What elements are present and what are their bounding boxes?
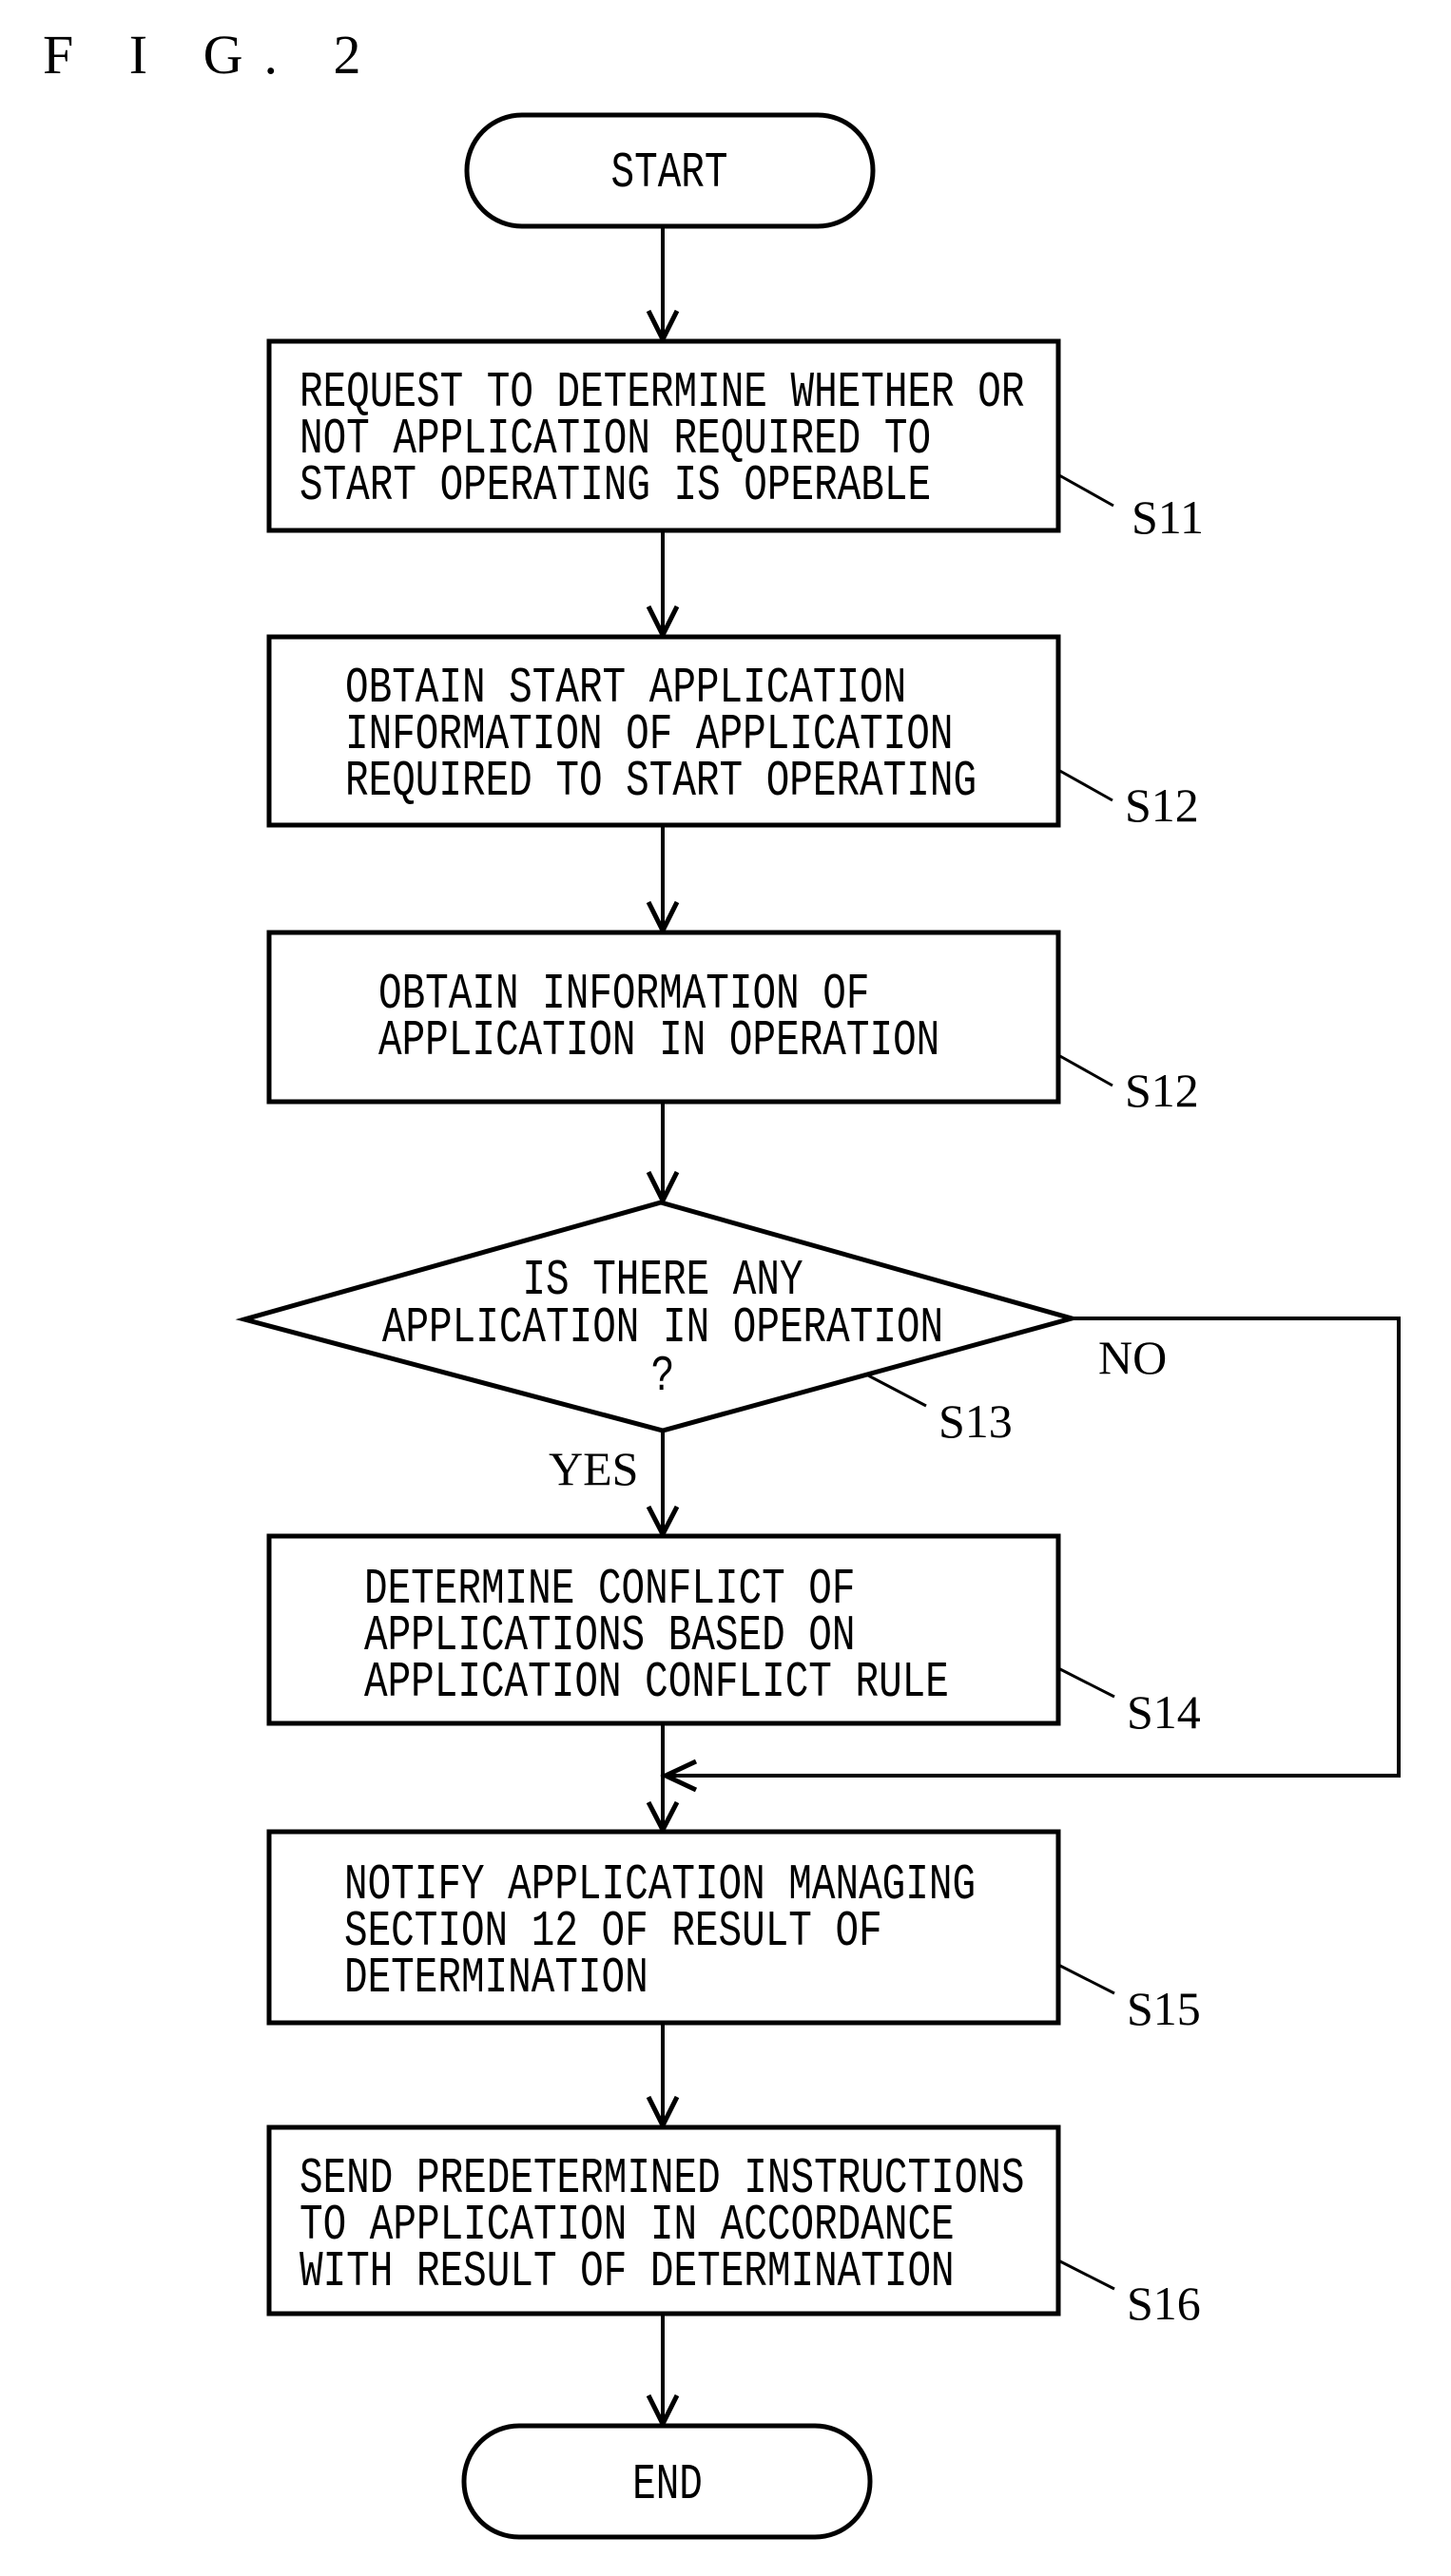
process-step-s14: DETERMINE CONFLICT OF APPLICATIONS BASED… [266, 1533, 1201, 1739]
process-step-s16: SEND PREDETERMINED INSTRUCTIONS TO APPLI… [266, 2124, 1201, 2330]
step-text-line: REQUIRED TO START OPERATING [345, 753, 977, 811]
flowchart-figure: F I G. 2 START REQUEST TO DETERMINE WHET… [43, 24, 1401, 2540]
connector-s16-end [646, 2314, 680, 2430]
leader-line [1057, 1963, 1115, 1995]
connector-start-s11 [646, 226, 680, 345]
connector-s12b-s13 [646, 1102, 680, 1206]
step-text-line: APPLICATION IN OPERATION [378, 1012, 939, 1070]
connector-s11-s12 [646, 530, 680, 641]
step-id-label: S15 [1127, 1982, 1201, 2035]
connector-s15-s16 [646, 2023, 680, 2131]
step-id-label: S12 [1125, 1064, 1199, 1117]
step-text-line: WITH RESULT OF DETERMINATION [300, 2243, 955, 2301]
no-label: NO [1098, 1331, 1167, 1384]
leader-line [867, 1374, 927, 1408]
yes-branch: YES [549, 1431, 680, 1540]
process-step-s11: REQUEST TO DETERMINE WHETHER OR NOT APPL… [266, 338, 1204, 544]
step-text-line: APPLICATION CONFLICT RULE [364, 1654, 949, 1712]
start-terminator: START [464, 112, 876, 229]
leader-line [1057, 1666, 1115, 1699]
step-id-label: S11 [1132, 490, 1204, 544]
step-text-line: START OPERATING IS OPERABLE [300, 457, 931, 515]
start-label: START [611, 144, 728, 202]
step-id-label: S14 [1127, 1685, 1201, 1739]
yes-label: YES [549, 1442, 638, 1495]
step-id-label: S16 [1127, 2277, 1201, 2330]
decision-s13: IS THERE ANY APPLICATION IN OPERATION ? … [235, 1200, 1081, 1448]
process-step-s12-operation-info: OBTAIN INFORMATION OF APPLICATION IN OPE… [266, 930, 1199, 1117]
leader-line [1058, 473, 1114, 508]
leader-line [1057, 1053, 1113, 1087]
connector-s12-s12b [646, 825, 680, 936]
decision-text-line: ? [651, 1348, 675, 1406]
end-terminator: END [461, 2423, 873, 2540]
end-label: END [632, 2456, 703, 2514]
leader-line [1057, 2259, 1115, 2291]
process-step-s12-start-info: OBTAIN START APPLICATION INFORMATION OF … [266, 634, 1199, 832]
step-id-label: S12 [1125, 779, 1199, 832]
leader-line [1057, 768, 1113, 802]
figure-title: F I G. 2 [43, 24, 381, 86]
process-step-s15: NOTIFY APPLICATION MANAGING SECTION 12 O… [266, 1829, 1201, 2035]
step-id-label: S13 [938, 1394, 1013, 1448]
step-text-line: DETERMINATION [344, 1950, 648, 2008]
